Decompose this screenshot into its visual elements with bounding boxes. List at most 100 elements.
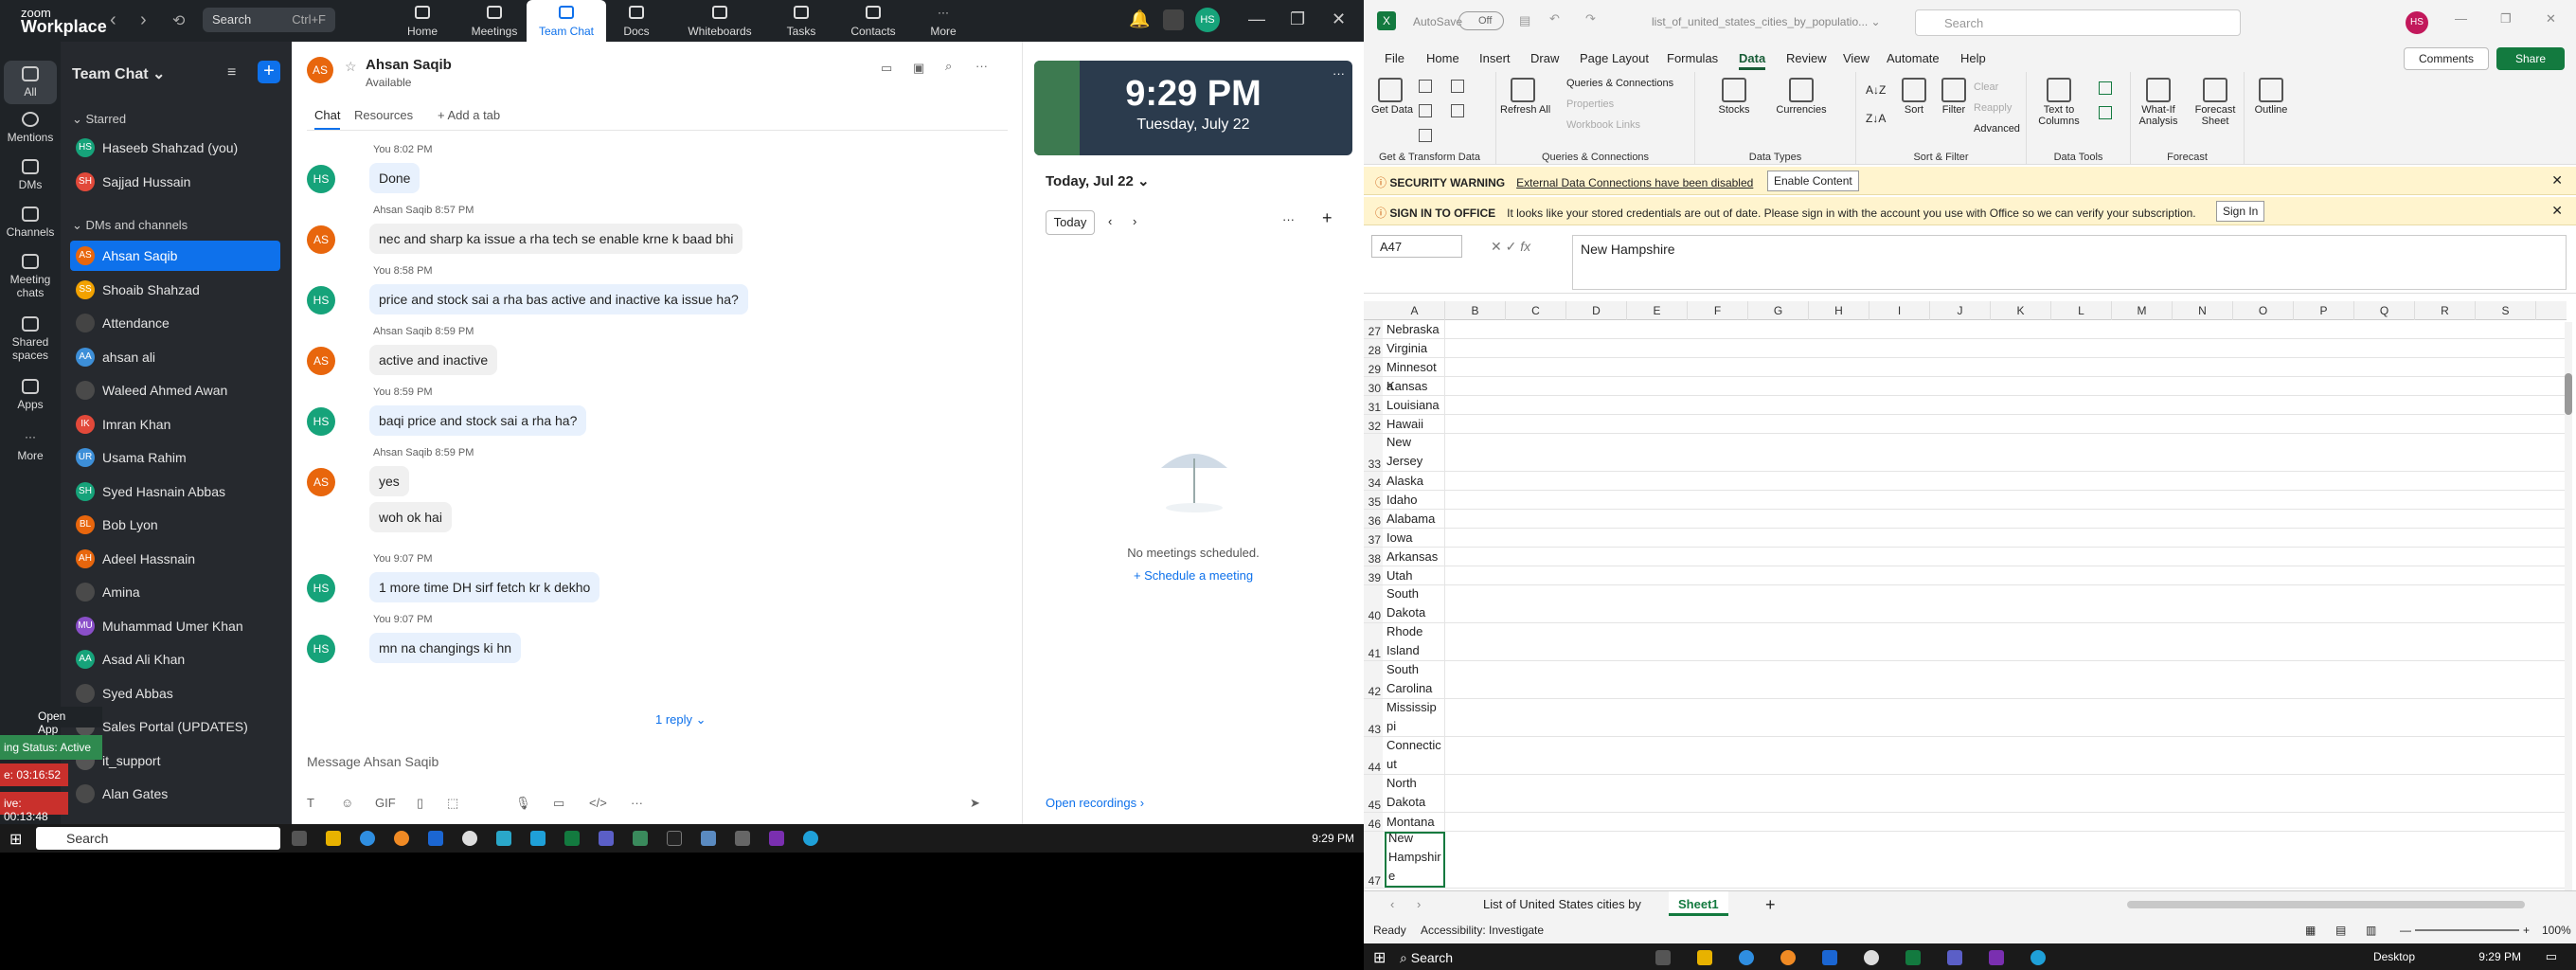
minimize-icon[interactable]: — xyxy=(1248,9,1265,29)
gif-icon[interactable]: GIF xyxy=(375,796,396,810)
column-header[interactable]: I xyxy=(1869,301,1930,320)
emoji-icon[interactable]: ☺ xyxy=(341,796,353,810)
cell-a[interactable]: South Carolina xyxy=(1385,661,1445,698)
dm-item[interactable]: Waleed Ahmed Awan xyxy=(70,375,280,405)
dms-section[interactable]: ⌄ DMs and channels xyxy=(72,218,188,233)
excel-icon[interactable] xyxy=(1905,950,1921,965)
vertical-scrollbar[interactable] xyxy=(2565,322,2572,890)
row-number[interactable]: 35 xyxy=(1364,491,1383,509)
enable-content-button[interactable]: Enable Content xyxy=(1767,171,1859,191)
prev-sheet-icon[interactable]: ‹ xyxy=(1390,897,1394,911)
tab-tasks[interactable]: Tasks xyxy=(761,0,841,42)
rail-channels[interactable]: Channels xyxy=(0,207,61,239)
cell-a[interactable]: Iowa xyxy=(1385,529,1445,547)
tab-contacts[interactable]: Contacts xyxy=(833,0,913,42)
chat-title[interactable]: Ahsan Saqib xyxy=(366,57,452,73)
bell-icon[interactable]: 🔔 xyxy=(1129,9,1150,29)
message-bubble[interactable]: mn na changings ki hn xyxy=(369,633,522,663)
apps-icon[interactable] xyxy=(1163,9,1184,30)
column-header[interactable]: D xyxy=(1566,301,1627,320)
starred-item[interactable]: SH Sajjad Hussain xyxy=(70,167,280,197)
teams-icon[interactable] xyxy=(599,831,614,846)
app-icon[interactable] xyxy=(633,831,648,846)
onenote-icon[interactable] xyxy=(1989,950,2004,965)
column-header[interactable]: J xyxy=(1930,301,1991,320)
rail-dms[interactable]: DMs xyxy=(0,159,61,191)
rail-all[interactable]: All xyxy=(4,61,57,104)
avatar[interactable]: HS xyxy=(2406,11,2428,34)
menu-help[interactable]: Help xyxy=(1960,51,1986,65)
message-bubble[interactable]: baqi price and stock sai a rha ha? xyxy=(369,405,587,436)
add-tab-button[interactable]: + Add a tab xyxy=(438,108,500,122)
what-if-button[interactable]: What-If Analysis xyxy=(2133,78,2184,127)
add-sheet-icon[interactable]: + xyxy=(1765,895,1776,915)
tab-more[interactable]: ··· More xyxy=(903,0,983,42)
row-number[interactable]: 46 xyxy=(1364,813,1383,831)
rail-meeting-chats[interactable]: Meeting chats xyxy=(0,254,61,299)
row-number[interactable]: 45 xyxy=(1364,775,1383,812)
column-header[interactable]: O xyxy=(2233,301,2294,320)
file-explorer-icon[interactable] xyxy=(326,831,341,846)
desktop-label[interactable]: Desktop xyxy=(2373,950,2415,963)
rail-more[interactable]: ··· More xyxy=(0,430,61,462)
get-data-button[interactable]: Get Data xyxy=(1371,78,1413,116)
existing-connections-icon[interactable] xyxy=(1451,104,1464,117)
add-event-icon[interactable]: + xyxy=(1322,208,1333,228)
more-icon[interactable]: ··· xyxy=(631,796,643,810)
app-icon[interactable] xyxy=(530,831,546,846)
row-number[interactable]: 47 xyxy=(1364,832,1383,888)
starred-item[interactable]: HS Haseeb Shahzad (you) xyxy=(70,133,280,163)
scroll-thumb[interactable] xyxy=(2565,373,2572,415)
dm-item[interactable]: Alan Gates xyxy=(70,779,280,809)
dm-item[interactable]: BL Bob Lyon xyxy=(70,510,280,540)
filter-button[interactable]: Filter xyxy=(1938,78,1970,116)
tab-meetings[interactable]: Meetings xyxy=(455,0,534,42)
row-number[interactable]: 36 xyxy=(1364,510,1383,528)
row-number[interactable]: 37 xyxy=(1364,529,1383,547)
redo-icon[interactable]: ↷ xyxy=(1585,11,1596,27)
stocks-button[interactable]: Stocks xyxy=(1710,78,1758,116)
excel-search-input[interactable]: Search xyxy=(1915,9,2241,36)
windows-start-icon[interactable]: ⊞ xyxy=(1373,948,1386,967)
zoom-level[interactable]: 100% xyxy=(2542,924,2571,937)
open-recordings-link[interactable]: Open recordings › xyxy=(1046,796,1144,810)
zoom-slider[interactable] xyxy=(2415,929,2519,931)
cell-a[interactable]: Virginia xyxy=(1385,339,1445,357)
calendar-date-picker[interactable]: Today, Jul 22 ⌄ xyxy=(1046,172,1150,189)
flash-fill-icon[interactable] xyxy=(2099,81,2112,95)
taskbar-search[interactable]: ⌕ Search xyxy=(1400,950,1453,966)
close-icon[interactable]: ✕ xyxy=(2551,172,2563,189)
row-number[interactable]: 30 xyxy=(1364,377,1383,395)
horizontal-scrollbar[interactable] xyxy=(2127,901,2525,908)
row-number[interactable]: 39 xyxy=(1364,566,1383,584)
dm-item[interactable]: UR Usama Rahim xyxy=(70,442,280,473)
back-arrow-icon[interactable]: ‹ xyxy=(110,9,116,31)
history-icon[interactable]: ⟲ xyxy=(172,11,185,30)
zoom-out-icon[interactable]: — xyxy=(2400,924,2411,937)
firefox-icon[interactable] xyxy=(1780,950,1796,965)
chrome-icon[interactable] xyxy=(1739,950,1754,965)
rail-apps[interactable]: Apps xyxy=(0,379,61,411)
firefox-icon[interactable] xyxy=(394,831,409,846)
close-icon[interactable]: ✕ xyxy=(2546,11,2556,27)
row-number[interactable]: 33 xyxy=(1364,434,1383,471)
dm-item[interactable]: AH Adeel Hassnain xyxy=(70,544,280,574)
column-header[interactable]: B xyxy=(1445,301,1506,320)
menu-view[interactable]: View xyxy=(1843,51,1869,65)
excel-icon[interactable] xyxy=(564,831,580,846)
data-validation-icon[interactable] xyxy=(2099,106,2112,119)
chrome-icon[interactable] xyxy=(360,831,375,846)
column-header[interactable]: A xyxy=(1385,301,1445,320)
menu-file[interactable]: File xyxy=(1385,51,1404,65)
edge-icon[interactable] xyxy=(803,831,818,846)
cell-a[interactable]: Arkansas xyxy=(1385,548,1445,566)
notification-icon[interactable]: ▭ xyxy=(2546,949,2557,964)
row-number[interactable]: 42 xyxy=(1364,661,1383,698)
queries-connections-button[interactable]: Queries & Connections xyxy=(1566,78,1673,89)
advanced-button[interactable]: Advanced xyxy=(1974,123,2020,135)
sheet-tab-list[interactable]: List of United States cities by xyxy=(1483,897,1641,911)
row-number[interactable]: 40 xyxy=(1364,585,1383,622)
onenote-icon[interactable] xyxy=(769,831,784,846)
task-view-icon[interactable] xyxy=(292,831,307,846)
dm-item[interactable]: SH Syed Hasnain Abbas xyxy=(70,476,280,507)
